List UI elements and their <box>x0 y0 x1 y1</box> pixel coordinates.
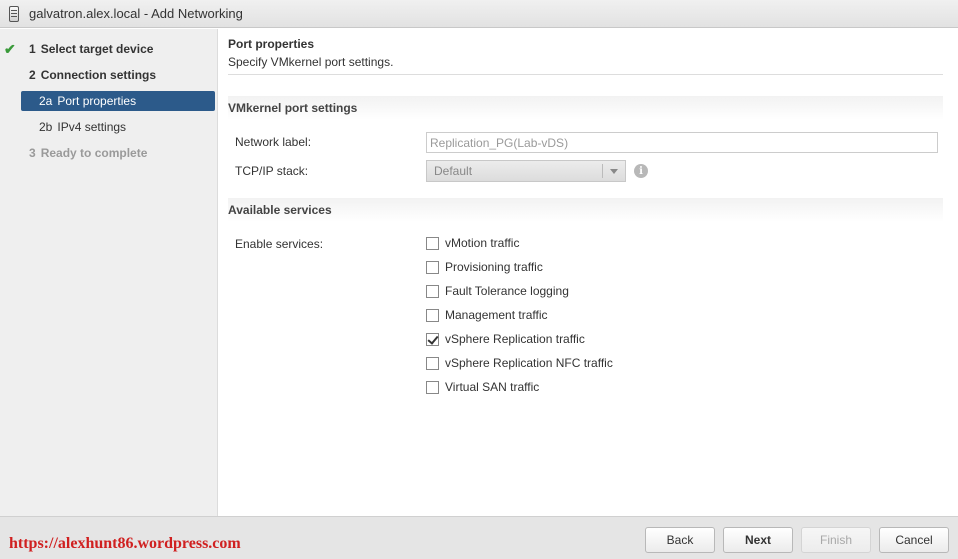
step-connection-settings[interactable]: 2 Connection settings <box>0 65 194 85</box>
step-number: 2a <box>39 94 53 108</box>
finish-button: Finish <box>801 527 871 553</box>
service-vmotion-traffic[interactable]: vMotion traffic <box>426 235 519 251</box>
tcpip-stack-label: TCP/IP stack: <box>235 164 309 178</box>
step-label: Select target device <box>40 42 154 56</box>
service-fault-tolerance-logging[interactable]: Fault Tolerance logging <box>426 283 569 299</box>
next-button[interactable]: Next <box>723 527 793 553</box>
chevron-down-icon <box>610 169 618 174</box>
step-ready-to-complete: 3 Ready to complete <box>0 143 194 163</box>
tcpip-stack-value: Default <box>434 164 473 178</box>
service-virtual-san-traffic[interactable]: Virtual SAN traffic <box>426 379 539 395</box>
step-select-target-device[interactable]: ✔ 1 Select target device <box>0 39 215 59</box>
step-label: Port properties <box>57 94 137 108</box>
cancel-button[interactable]: Cancel <box>879 527 949 553</box>
service-vsphere-replication-traffic[interactable]: vSphere Replication traffic <box>426 331 585 347</box>
step-number: 3 <box>29 146 36 160</box>
wizard-footer: https://alexhunt86.wordpress.com Back Ne… <box>0 516 958 559</box>
checkbox[interactable] <box>426 284 439 298</box>
divider <box>228 74 943 75</box>
checkbox[interactable] <box>426 260 439 274</box>
section-heading-services: Available services <box>228 198 943 222</box>
wizard-steps-sidebar: ✔ 1 Select target device 2 Connection se… <box>0 29 218 516</box>
service-label: vMotion traffic <box>445 236 520 250</box>
service-management-traffic[interactable]: Management traffic <box>426 307 548 323</box>
service-label: Management traffic <box>445 308 548 322</box>
step-label: Ready to complete <box>40 146 148 160</box>
step-port-properties[interactable]: 2a Port properties <box>21 91 215 111</box>
host-icon <box>9 5 19 22</box>
enable-services-label: Enable services: <box>235 237 324 251</box>
wizard-content: Port properties Specify VMkernel port se… <box>218 29 958 516</box>
service-label: vSphere Replication NFC traffic <box>445 356 613 370</box>
checkbox[interactable] <box>426 380 439 394</box>
network-label-label: Network label: <box>235 135 312 149</box>
service-provisioning-traffic[interactable]: Provisioning traffic <box>426 259 543 275</box>
service-vsphere-replication-nfc-traffic[interactable]: vSphere Replication NFC traffic <box>426 355 613 371</box>
checkbox[interactable] <box>426 356 439 370</box>
info-icon[interactable]: i <box>634 164 648 178</box>
page-title: Port properties <box>228 37 315 51</box>
step-number: 2b <box>39 120 53 134</box>
back-button[interactable]: Back <box>645 527 715 553</box>
service-label: Fault Tolerance logging <box>445 284 569 298</box>
section-heading-vmkernel: VMkernel port settings <box>228 96 943 120</box>
checkmark-icon: ✔ <box>4 41 16 57</box>
checkbox-checked[interactable] <box>426 332 439 346</box>
checkbox[interactable] <box>426 236 439 250</box>
step-label: IPv4 settings <box>57 120 127 134</box>
network-label-field: Replication_PG(Lab-vDS) <box>426 132 938 153</box>
page-subtitle: Specify VMkernel port settings. <box>228 55 394 69</box>
service-label: vSphere Replication traffic <box>445 332 585 346</box>
tcpip-stack-select: Default <box>426 160 626 182</box>
service-label: Provisioning traffic <box>445 260 543 274</box>
step-number: 2 <box>29 68 36 82</box>
checkbox[interactable] <box>426 308 439 322</box>
title-bar: galvatron.alex.local - Add Networking <box>0 0 958 28</box>
step-number: 1 <box>29 42 36 56</box>
step-ipv4-settings[interactable]: 2b IPv4 settings <box>21 117 215 137</box>
window-title: galvatron.alex.local - Add Networking <box>29 6 243 21</box>
select-separator <box>602 164 603 178</box>
service-label: Virtual SAN traffic <box>445 380 540 394</box>
watermark-url: https://alexhunt86.wordpress.com <box>9 535 241 552</box>
step-label: Connection settings <box>40 68 157 82</box>
